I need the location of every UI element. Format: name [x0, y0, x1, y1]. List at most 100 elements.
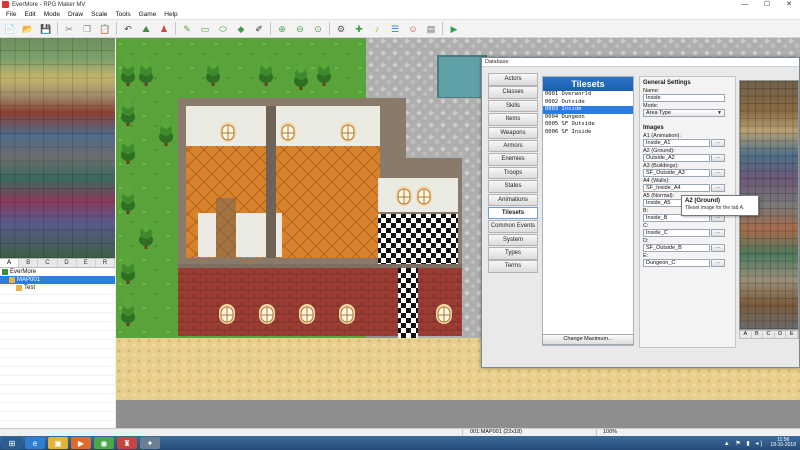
palette-tab-e[interactable]: E [77, 259, 96, 267]
category-troops[interactable]: Troops [488, 166, 538, 180]
map-mode-icon[interactable]: ⛰ [139, 22, 153, 36]
image-slot-field[interactable]: SF_Outside_B [643, 244, 710, 252]
tileset-row[interactable]: 0001 Overworld [543, 91, 633, 99]
browse-button[interactable]: ... [711, 259, 725, 267]
palette-tab-b[interactable]: B [19, 259, 39, 267]
minimize-button[interactable]: — [734, 0, 756, 9]
menu-game[interactable]: Game [135, 11, 161, 18]
plugin-manager-icon[interactable]: ✚ [352, 22, 366, 36]
category-common-events[interactable]: Common Events [488, 220, 538, 233]
tileset-row[interactable]: 0005 SF Outside [543, 121, 633, 129]
palette-tab-c[interactable]: C [38, 259, 58, 267]
app-icon[interactable]: ✦ [140, 437, 160, 449]
category-enemies[interactable]: Enemies [488, 153, 538, 166]
chrome-icon[interactable]: ◉ [94, 437, 114, 449]
chevron-down-icon: ▼ [717, 110, 722, 116]
category-states[interactable]: States [488, 180, 538, 193]
category-animations[interactable]: Animations [488, 193, 538, 207]
open-project-icon[interactable]: 📂 [21, 22, 35, 36]
database-icon[interactable]: ⚙ [334, 22, 348, 36]
category-skills[interactable]: Skills [488, 99, 538, 113]
preview-tab-a[interactable]: A [740, 331, 752, 338]
flood-fill-icon[interactable]: ◆ [234, 22, 248, 36]
category-armors[interactable]: Armors [488, 139, 538, 153]
category-actors[interactable]: Actors [488, 73, 538, 86]
browse-button[interactable]: ... [711, 184, 725, 192]
image-slot-field[interactable]: Dungeon_C [643, 259, 710, 267]
mode-select[interactable]: Area Type ▼ [643, 109, 725, 117]
resource-manager-icon[interactable]: ▤ [424, 22, 438, 36]
menu-draw[interactable]: Draw [64, 11, 87, 18]
tray-icons[interactable]: ▲ ⚑ ▮ ◂) [724, 440, 765, 447]
preview-tab-c[interactable]: C [763, 331, 775, 338]
zoom-out-icon[interactable]: ⊖ [293, 22, 307, 36]
media-player-icon[interactable]: ▶ [71, 437, 91, 449]
event-mode-icon[interactable]: ♟ [157, 22, 171, 36]
category-terms[interactable]: Terms [488, 260, 538, 273]
close-button[interactable]: ✕ [778, 0, 800, 9]
category-system[interactable]: System [488, 233, 538, 247]
map-tree-item[interactable]: MAP001 [0, 276, 115, 284]
internet-explorer-icon[interactable]: e [25, 437, 45, 449]
browse-button[interactable]: ... [711, 154, 725, 162]
browse-button[interactable]: ... [711, 229, 725, 237]
tileset-row[interactable]: 0002 Outside [543, 99, 633, 107]
file-explorer-icon[interactable]: ▣ [48, 437, 68, 449]
image-slot-field[interactable]: Inside_C [643, 229, 710, 237]
change-maximum-button[interactable]: Change Maximum... [542, 334, 634, 345]
rpg-maker-icon[interactable]: ♜ [117, 437, 137, 449]
event-searcher-icon[interactable]: ☰ [388, 22, 402, 36]
preview-tab-d[interactable]: D [775, 331, 787, 338]
sound-test-icon[interactable]: ♪ [370, 22, 384, 36]
browse-button[interactable]: ... [711, 139, 725, 147]
zoom-in-icon[interactable]: ⊕ [275, 22, 289, 36]
tileset-row[interactable]: 0006 SF Inside [543, 129, 633, 137]
ellipse-icon[interactable]: ⬭ [216, 22, 230, 36]
character-generator-icon[interactable]: ☺ [406, 22, 420, 36]
map-tree-item[interactable]: Test [0, 284, 115, 292]
undo-icon[interactable]: ↶ [121, 22, 135, 36]
playtest-icon[interactable]: ▶ [447, 22, 461, 36]
image-slot-field[interactable]: Outside_A2 [643, 154, 710, 162]
new-project-icon[interactable]: 📄 [3, 22, 17, 36]
palette-tab-a[interactable]: A [0, 259, 20, 267]
category-items[interactable]: Items [488, 113, 538, 126]
menu-help[interactable]: Help [160, 11, 181, 18]
actual-size-icon[interactable]: ⊙ [311, 22, 325, 36]
shadow-pen-icon[interactable]: ✐ [252, 22, 266, 36]
preview-tab-b[interactable]: B [752, 331, 764, 338]
category-tilesets[interactable]: Tilesets [488, 206, 538, 220]
toolbar-separator [329, 22, 330, 35]
tileset-row[interactable]: 0004 Dungeon [543, 114, 633, 122]
name-field[interactable]: Inside [643, 94, 725, 102]
menu-file[interactable]: File [2, 11, 20, 18]
cut-icon[interactable]: ✂ [62, 22, 76, 36]
image-slot-field[interactable]: SF_Outside_A3 [643, 169, 710, 177]
map-tree-item[interactable]: EverMore [0, 268, 115, 276]
tile-palette[interactable] [0, 38, 115, 258]
browse-button[interactable]: ... [711, 244, 725, 252]
menu-scale[interactable]: Scale [87, 11, 111, 18]
category-classes[interactable]: Classes [488, 86, 538, 99]
preview-tab-e[interactable]: E [786, 331, 798, 338]
browse-button[interactable]: ... [711, 169, 725, 177]
pencil-icon[interactable]: ✎ [180, 22, 194, 36]
image-slot-field[interactable]: Inside_A1 [643, 139, 710, 147]
menu-tools[interactable]: Tools [111, 11, 134, 18]
menu-mode[interactable]: Mode [40, 11, 64, 18]
menu-edit[interactable]: Edit [20, 11, 39, 18]
save-project-icon[interactable]: 💾 [39, 22, 53, 36]
tileset-row[interactable]: 0003 Inside [543, 106, 633, 114]
category-types[interactable]: Types [488, 247, 538, 260]
category-weapons[interactable]: Weapons [488, 126, 538, 140]
paste-icon[interactable]: 📋 [98, 22, 112, 36]
rectangle-icon[interactable]: ▭ [198, 22, 212, 36]
palette-tab-r[interactable]: R [96, 259, 116, 267]
maximize-button[interactable]: ☐ [756, 0, 778, 9]
copy-icon[interactable]: ❐ [80, 22, 94, 36]
palette-tab-d[interactable]: D [58, 259, 77, 267]
image-slot-field[interactable]: SF_Inside_A4 [643, 184, 710, 192]
clock[interactable]: 11:56 18-10-2018 [770, 437, 796, 449]
database-category-list: Actors Classes Skills Items Weapons Armors Ene… [488, 73, 538, 274]
start-button[interactable]: ⊞ [2, 437, 22, 449]
